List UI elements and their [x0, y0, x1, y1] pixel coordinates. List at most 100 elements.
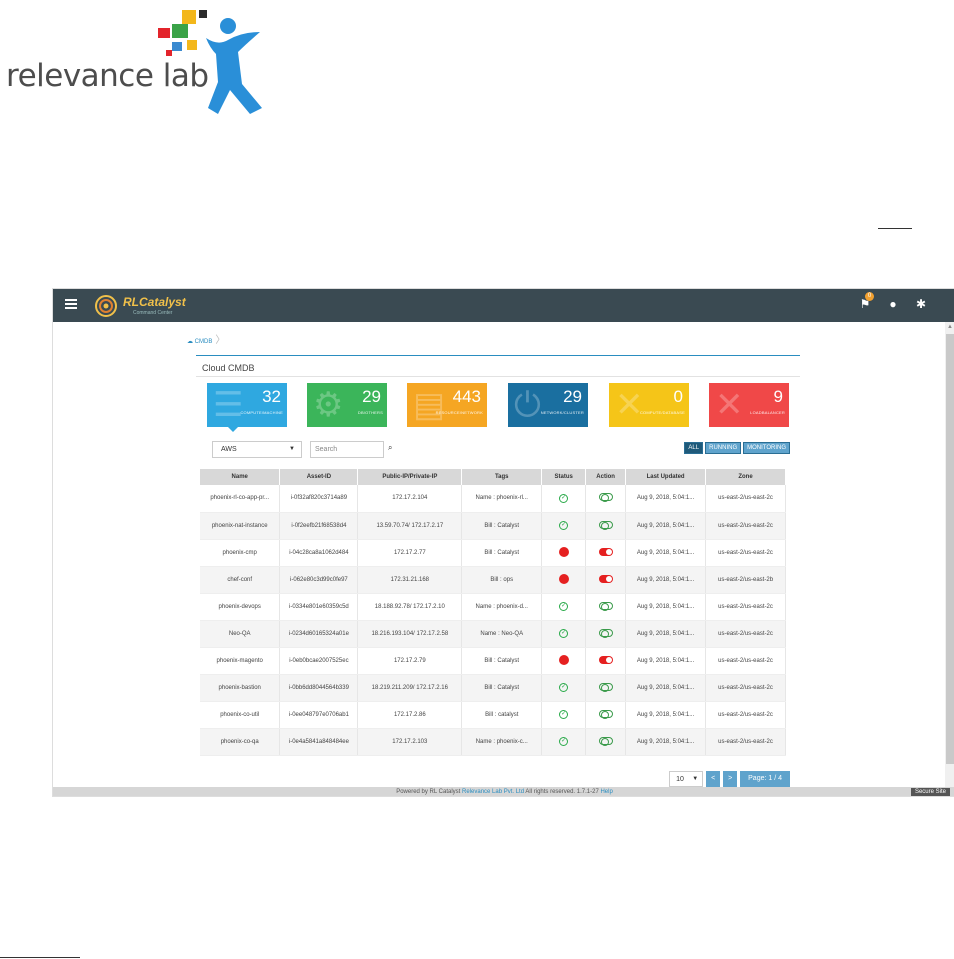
power-toggle[interactable] [598, 574, 613, 583]
table-row[interactable]: phoenix-co-qa i-0e4a5841a848484ee 172.17.2… [200, 728, 786, 756]
power-toggle[interactable] [598, 547, 613, 556]
footer-rights: All rights reserved. 1.7.1-27 [525, 789, 599, 795]
tile-network-cluster[interactable]: ⏻ 29 NETWORK/CLUSTER [508, 383, 588, 427]
table-row[interactable]: phoenix-co-util i-0ee048797e0706ab1 172.17… [200, 701, 786, 729]
power-toggle[interactable] [598, 736, 613, 746]
underline-decoration [878, 228, 912, 229]
cell-tags: Name : phoenix-d... [461, 593, 543, 621]
document-page: relevance lab RLCatalyst Command Center … [0, 0, 954, 959]
cell-name: phoenix-co-qa [200, 728, 281, 756]
cell-tags: Bill : Catalyst [461, 512, 543, 540]
company-link[interactable]: Relevance Lab Pvt. Ltd [462, 789, 524, 795]
rl-catalyst-brand[interactable]: RLCatalyst Command Center [93, 293, 186, 319]
vertical-scrollbar[interactable]: ▲ [945, 322, 954, 787]
filter-all-button[interactable]: ALL [684, 442, 704, 454]
table-row[interactable]: phoenix-cmp i-04c28ca8a1062d484 172.17.2.7… [200, 539, 786, 567]
power-toggle[interactable] [598, 682, 613, 692]
tile-compute-database[interactable]: ✕ 0 COMPUTE/DATABASE [609, 383, 689, 427]
col-asset-id[interactable]: Asset-ID [279, 469, 359, 485]
cell-ip: 172.17.2.86 [357, 701, 463, 729]
cell-asset-id: i-04c28ca8a1062d484 [279, 539, 359, 567]
tile-loadbalancer[interactable]: ✕ 9 LOADBALANCER [709, 383, 789, 427]
database-icon: ▤ [413, 386, 446, 424]
tile-compute-machine[interactable]: ☰ 32 COMPUTE/MACHINE [207, 383, 287, 427]
col-zone[interactable]: Zone [705, 469, 786, 485]
scroll-thumb[interactable] [946, 334, 954, 764]
notifications-icon[interactable]: ⚑ 0 [858, 292, 874, 311]
gear-icon[interactable]: ✱ [914, 297, 928, 311]
cell-name: phoenix-rl-co-app-pr... [200, 485, 281, 513]
cell-action [585, 539, 627, 567]
tile-label: COMPUTE/DATABASE [639, 410, 685, 415]
cell-tags: Bill : Catalyst [461, 674, 543, 702]
cell-asset-id: i-0f2eefb21f68538d4 [279, 512, 359, 540]
cell-ip: 172.31.21.168 [357, 566, 463, 594]
page-size-select[interactable]: 10 ▼ [669, 771, 704, 787]
table-row[interactable]: phoenix-nat-instance i-0f2eefb21f68538d4 1… [200, 512, 786, 540]
table-row[interactable]: phoenix-devops i-0334e801e60359c5d 18.188.… [200, 593, 786, 621]
status-running-icon: ✓ [559, 493, 569, 503]
help-link[interactable]: Help [600, 789, 612, 795]
col-status[interactable]: Status [541, 469, 587, 485]
power-toggle[interactable] [598, 493, 613, 503]
scroll-up-icon[interactable]: ▲ [947, 324, 953, 330]
state-filters: ALL RUNNING MONITORING [684, 442, 790, 454]
table-row[interactable]: phoenix-bastion i-0bb6dd8044564b339 18.219… [200, 674, 786, 702]
pagination: 10 ▼ < > Page: 1 / 4 [669, 771, 790, 787]
user-icon[interactable]: ● [886, 297, 900, 311]
cell-name: phoenix-co-util [200, 701, 281, 729]
next-page-button[interactable]: > [723, 771, 738, 787]
table-row[interactable]: Neo-QA i-0234d60165324a01e 18.216.193.104/… [200, 620, 786, 648]
status-running-icon: ✓ [559, 521, 569, 530]
breadcrumb-cmdb[interactable]: CMDB [195, 339, 213, 345]
hamburger-menu-icon[interactable] [65, 299, 77, 309]
cmdb-table: Name Asset-ID Public-IP/Private-IP Tags … [200, 469, 786, 756]
col-action[interactable]: Action [585, 469, 627, 485]
x-icon: ✕ [715, 386, 744, 424]
cell-status [541, 566, 587, 594]
status-running-icon: ✓ [559, 602, 569, 611]
power-toggle[interactable] [598, 655, 613, 664]
summary-tiles: ☰ 32 COMPUTE/MACHINE ⚙ 29 DB/OTHERS ▤ 44… [207, 383, 790, 427]
table-row[interactable]: phoenix-rl-co-app-pr... i-0f32af820c3714a… [200, 485, 786, 513]
cell-asset-id: i-0234d60165324a01e [279, 620, 359, 648]
prev-page-button[interactable]: < [706, 771, 721, 787]
col-name[interactable]: Name [200, 469, 281, 485]
tile-label: DB/OTHERS [357, 410, 383, 415]
cell-ip: 172.17.2.77 [357, 539, 463, 567]
tile-value: 9 [773, 387, 783, 406]
status-running-icon: ✓ [559, 683, 569, 692]
cell-asset-id: i-062e80c3d99c0fe97 [279, 566, 359, 594]
search-input[interactable]: Search [310, 441, 384, 458]
cell-action [585, 485, 627, 513]
tile-resource-network[interactable]: ▤ 443 RESOURCE/NETWORK [407, 383, 487, 427]
cell-action [585, 512, 627, 540]
cell-status: ✓ [541, 701, 587, 729]
cell-name: phoenix-cmp [200, 539, 281, 567]
topbar-icons: ⚑ 0 ● ✱ [858, 292, 928, 311]
page-size-value: 10 [676, 776, 684, 783]
col-last-updated[interactable]: Last Updated [625, 469, 707, 485]
cell-ip: 18.188.92.78/ 172.17.2.10 [357, 593, 463, 621]
cell-ip: 172.17.2.104 [357, 485, 463, 513]
cell-asset-id: i-0eb0bcae2007525ec [279, 647, 359, 675]
power-toggle[interactable] [598, 520, 613, 530]
cell-zone: us-east-2/us-east-2b [705, 566, 786, 594]
cell-last-updated: Aug 9, 2018, 5:04:1... [625, 539, 707, 567]
search-icon[interactable]: ⌕ [388, 443, 392, 453]
breadcrumb[interactable]: ☁ CMDB 〉 [187, 331, 225, 346]
power-toggle[interactable] [598, 709, 613, 719]
filter-monitoring-button[interactable]: MONITORING [743, 442, 790, 454]
power-toggle[interactable] [598, 601, 613, 611]
power-toggle[interactable] [598, 628, 613, 638]
col-ip[interactable]: Public-IP/Private-IP [357, 469, 463, 485]
filter-running-button[interactable]: RUNNING [705, 442, 742, 454]
cell-name: Neo-QA [200, 620, 281, 648]
col-tags[interactable]: Tags [461, 469, 543, 485]
table-row[interactable]: phoenix-magento i-0eb0bcae2007525ec 172.17… [200, 647, 786, 675]
cell-action [585, 701, 627, 729]
provider-select[interactable]: AWS ▼ [212, 441, 302, 458]
cell-ip: 18.216.193.104/ 172.17.2.58 [357, 620, 463, 648]
tile-db-others[interactable]: ⚙ 29 DB/OTHERS [307, 383, 387, 427]
table-row[interactable]: chef-conf i-062e80c3d99c0fe97 172.31.21.16… [200, 566, 786, 594]
